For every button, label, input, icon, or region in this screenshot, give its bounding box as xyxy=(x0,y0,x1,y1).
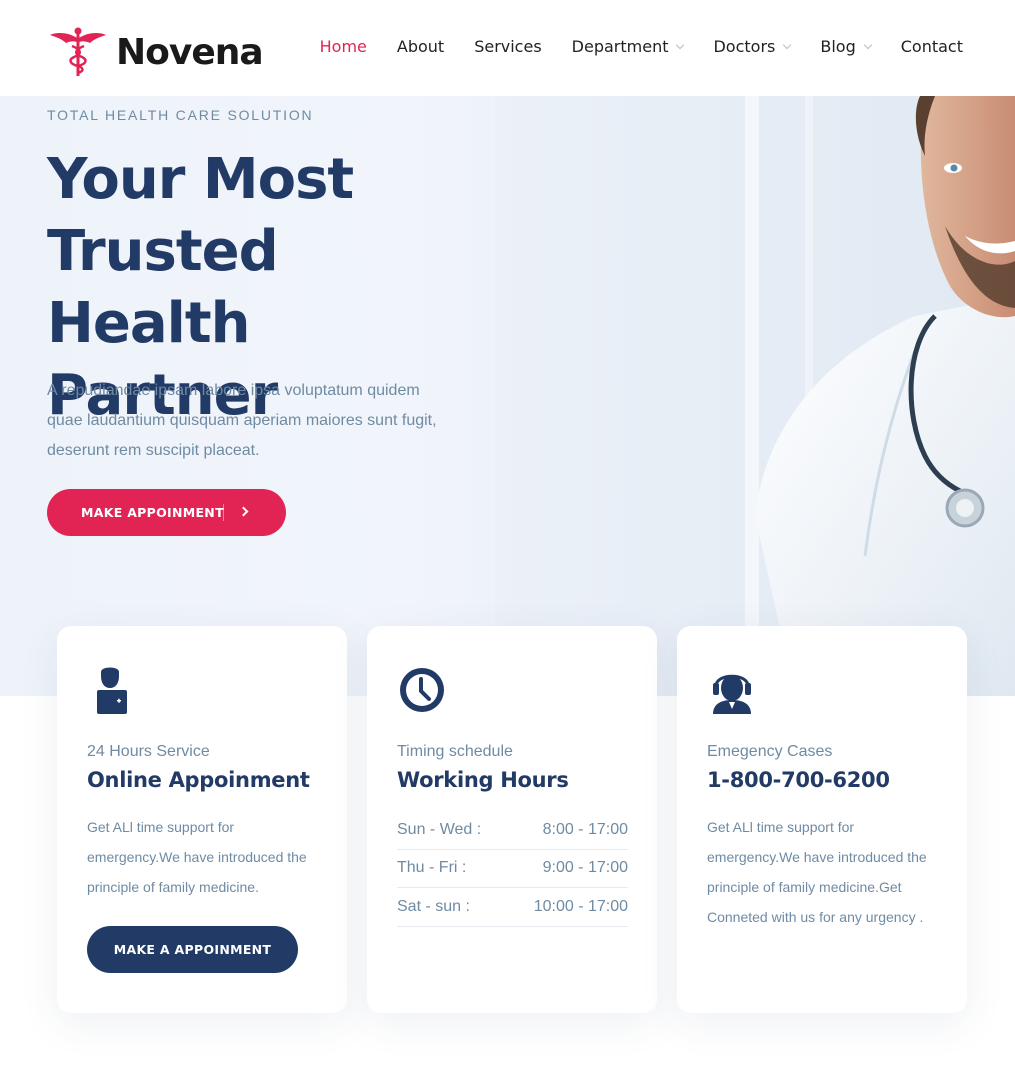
card-title: Online Appoinment xyxy=(87,768,310,792)
make-appointment-label: MAKE APPOINMENT xyxy=(81,505,224,520)
nav-services-label: Services xyxy=(474,37,542,56)
logo[interactable]: Novena xyxy=(48,26,264,78)
card-text: Get ALl time support for emergency.We ha… xyxy=(87,819,307,895)
card-kicker: Emegency Cases xyxy=(707,743,833,760)
card-text: Get ALl time support for emergency.We ha… xyxy=(707,819,927,925)
nav-department[interactable]: Department xyxy=(571,37,685,56)
appointment-card: 24 Hours Service Online Appoinment Get A… xyxy=(57,626,347,1013)
nav-about[interactable]: About xyxy=(397,37,444,56)
nav-home-label: Home xyxy=(319,37,367,56)
make-appointment-button[interactable]: MAKE APPOINMENT xyxy=(47,489,286,536)
nav-contact[interactable]: Contact xyxy=(901,37,963,56)
headset-icon xyxy=(713,674,751,714)
hours-time: 9:00 - 17:00 xyxy=(542,859,628,877)
hero-subtitle: TOTAL HEALTH CARE SOLUTION xyxy=(47,107,314,123)
hero-description: A repudiandae ipsam labore ipsa voluptat… xyxy=(47,382,437,459)
clock-icon xyxy=(400,668,444,712)
hours-row: Sun - Wed : 8:00 - 17:00 xyxy=(397,811,628,850)
hours-day: Thu - Fri : xyxy=(397,859,467,877)
nav-home[interactable]: Home xyxy=(320,37,367,56)
hours-day: Sat - sun : xyxy=(397,897,470,915)
card-kicker: Timing schedule xyxy=(397,743,513,760)
hours-day: Sun - Wed : xyxy=(397,820,482,838)
chevron-down-icon xyxy=(783,40,792,49)
emergency-card: Emegency Cases 1-800-700-6200 Get ALl ti… xyxy=(677,626,967,1013)
hours-row: Thu - Fri : 9:00 - 17:00 xyxy=(397,850,628,888)
nav-services[interactable]: Services xyxy=(474,37,541,56)
site-header: Novena Home About Services Department Do… xyxy=(0,0,1015,96)
hero-section: TOTAL HEALTH CARE SOLUTION Your Most Tru… xyxy=(0,96,1015,696)
working-hours-card: Timing schedule Working Hours Sun - Wed … xyxy=(367,626,657,1013)
card-title: Working Hours xyxy=(397,768,569,792)
caduceus-icon xyxy=(50,27,106,76)
chevron-right-icon xyxy=(238,506,249,517)
brand-name: Novena xyxy=(116,31,264,73)
hours-time: 10:00 - 17:00 xyxy=(533,897,628,915)
hours-list: Sun - Wed : 8:00 - 17:00 Thu - Fri : 9:0… xyxy=(397,811,628,927)
hours-row: Sat - sun : 10:00 - 17:00 xyxy=(397,888,628,927)
nav-department-label: Department xyxy=(571,37,669,56)
nav-contact-label: Contact xyxy=(900,37,963,56)
card-kicker: 24 Hours Service xyxy=(87,743,210,760)
doctor-icon xyxy=(97,667,127,714)
nav-doctors[interactable]: Doctors xyxy=(713,37,792,56)
chevron-down-icon xyxy=(676,40,685,49)
nav-blog[interactable]: Blog xyxy=(820,37,872,56)
button-divider xyxy=(223,504,224,521)
nav-doctors-label: Doctors xyxy=(713,37,776,56)
chevron-down-icon xyxy=(863,40,872,49)
emergency-phone[interactable]: 1-800-700-6200 xyxy=(707,768,890,792)
doctor-photo xyxy=(495,96,1015,696)
hours-time: 8:00 - 17:00 xyxy=(542,820,628,838)
main-nav: Home About Services Department Doctors B… xyxy=(290,37,963,56)
nav-about-label: About xyxy=(396,37,445,56)
nav-blog-label: Blog xyxy=(820,37,856,56)
make-a-appointment-button[interactable]: MAKE A APPOINMENT xyxy=(87,926,298,973)
